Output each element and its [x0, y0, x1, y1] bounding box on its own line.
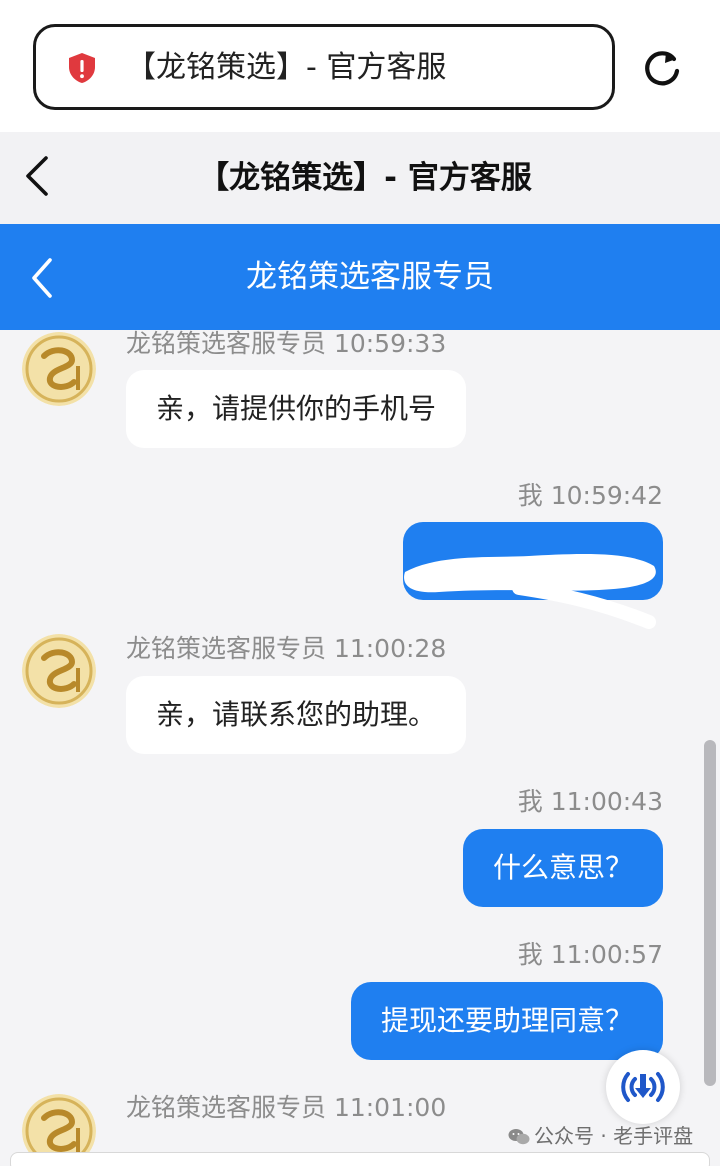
address-bar[interactable]: 【龙铭策选】- 官方客服 — [33, 24, 615, 110]
agent-avatar — [22, 332, 96, 406]
wechat-icon — [508, 1129, 530, 1145]
chat-conversation[interactable]: 龙铭策选客服专员 10:59:33 亲，请提供你的手机号 我 10:59:42 … — [0, 330, 720, 1166]
floating-action-button[interactable] — [606, 1050, 680, 1124]
browser-address-area: 【龙铭策选】- 官方客服 — [0, 0, 720, 132]
page-title-bar: 【龙铭策选】- 官方客服 — [0, 132, 720, 224]
watermark: 公众号 · 老手评盘 — [508, 1122, 693, 1150]
broadcast-download-icon — [621, 1072, 665, 1102]
message-meta: 我 11:00:57 — [517, 940, 663, 969]
agent-avatar — [22, 634, 96, 708]
scrollbar[interactable] — [704, 740, 716, 1086]
address-text: 【龙铭策选】- 官方客服 — [126, 50, 447, 85]
message-meta: 龙铭策选客服专员 10:59:33 — [126, 330, 447, 358]
page-title: 【龙铭策选】- 官方客服 — [198, 160, 532, 196]
agent-message-bubble: 亲，请联系您的助理。 — [126, 676, 467, 754]
red-shield-alert-icon — [69, 53, 95, 83]
dragon-logo-icon — [22, 332, 96, 406]
dragon-logo-icon — [22, 634, 96, 708]
message-meta: 龙铭策选客服专员 11:01:00 — [126, 1093, 447, 1122]
my-message-bubble: 提现还要助理同意？ — [350, 982, 663, 1060]
reload-icon[interactable] — [641, 47, 683, 89]
my-message-bubble-redacted — [403, 522, 663, 629]
my-message-bubble: 什么意思？ — [462, 829, 663, 907]
watermark-text: 公众号 · 老手评盘 — [534, 1124, 694, 1148]
message-meta: 我 11:00:43 — [517, 787, 663, 816]
chat-header-title: 龙铭策选客服专员 — [246, 259, 494, 295]
message-meta: 龙铭策选客服专员 11:00:28 — [126, 634, 447, 663]
message-meta: 我 10:59:42 — [517, 481, 663, 510]
message-input-edge[interactable] — [10, 1152, 710, 1166]
agent-message-bubble: 亲，请提供你的手机号 — [126, 370, 467, 448]
chat-header: 龙铭策选客服专员 — [0, 224, 720, 330]
